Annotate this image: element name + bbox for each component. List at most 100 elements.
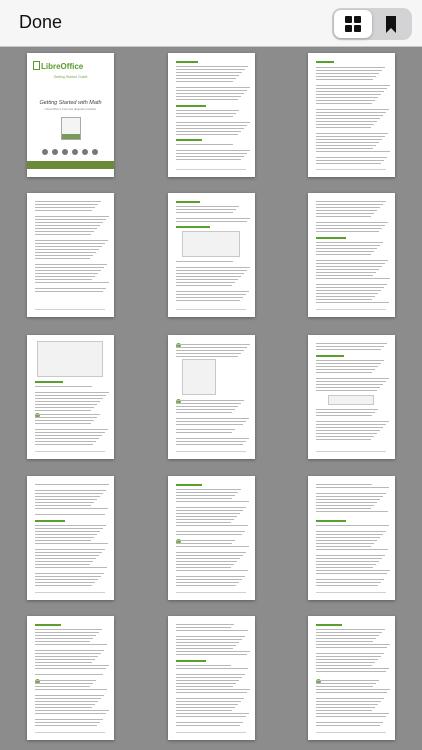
text-line [176, 710, 232, 711]
text-line [316, 142, 379, 143]
page-thumbnail-8[interactable] [168, 335, 255, 459]
text-line [316, 266, 382, 267]
text-line [176, 347, 247, 348]
text-line [35, 404, 97, 405]
text-line [316, 668, 389, 669]
text-line [176, 525, 248, 526]
text-line [316, 579, 384, 580]
text-line [316, 647, 387, 648]
formula-figure [328, 395, 374, 405]
text-line [35, 279, 92, 280]
text-line [35, 549, 105, 550]
text-line [176, 510, 243, 511]
text-line [316, 384, 383, 385]
text-line [316, 245, 380, 246]
text-line [316, 290, 381, 291]
page-footer [176, 592, 246, 593]
text-line [176, 540, 235, 541]
page-thumbnail-12[interactable] [308, 476, 395, 600]
text-line [316, 275, 373, 276]
text-line [35, 234, 91, 235]
text-line [316, 725, 380, 726]
text-line [35, 689, 107, 690]
page-thumbnail-3[interactable] [308, 53, 395, 177]
page-thumbnail-6[interactable] [308, 193, 395, 317]
text-line [35, 273, 98, 274]
text-line [316, 73, 379, 74]
text-line [316, 210, 377, 211]
page-thumbnail-5[interactable] [168, 193, 255, 317]
text-line [176, 403, 241, 404]
page-thumbnail-13[interactable] [27, 616, 114, 740]
text-line [316, 115, 383, 116]
done-button[interactable]: Done [19, 12, 62, 33]
text-line [316, 145, 376, 146]
text-line [176, 134, 238, 135]
text-line [316, 493, 386, 494]
text-line [35, 201, 101, 202]
text-line [316, 390, 377, 391]
cover-image-band [62, 134, 80, 139]
page-thumbnail-9[interactable] [308, 335, 395, 459]
text-line [316, 254, 371, 255]
grid-view-button[interactable] [334, 10, 372, 38]
libreoffice-logo-icon [33, 61, 40, 70]
text-line [316, 360, 384, 361]
text-line [316, 148, 373, 149]
text-line [35, 632, 99, 633]
section-heading [316, 237, 346, 239]
page-footer [35, 592, 105, 593]
page-thumbnail-11[interactable] [168, 476, 255, 600]
text-line [176, 418, 249, 419]
page-thumbnail-1[interactable]: LibreOffice Getting Started Guide Getting … [27, 53, 114, 177]
text-line [35, 573, 104, 574]
text-line [316, 369, 375, 370]
text-line [316, 496, 383, 497]
text-line [35, 246, 102, 247]
text-line [316, 427, 383, 428]
text-line [35, 683, 93, 684]
text-line [316, 100, 375, 101]
text-line [176, 81, 233, 82]
text-line [176, 668, 248, 669]
app-icon [52, 149, 58, 155]
page-thumbnail-2[interactable] [168, 53, 255, 177]
text-line [316, 704, 378, 705]
page-thumbnail-4[interactable] [27, 193, 114, 317]
section-heading [176, 139, 202, 141]
text-line [316, 698, 384, 699]
page-thumbnail-10[interactable] [27, 476, 114, 600]
section-heading [176, 484, 202, 486]
text-line [176, 543, 232, 544]
text-line [316, 372, 372, 373]
text-line [316, 505, 374, 506]
text-line [316, 543, 374, 544]
text-line [316, 127, 371, 128]
text-line [176, 353, 241, 354]
text-line [176, 69, 245, 70]
text-line [316, 299, 372, 300]
text-line [316, 537, 380, 538]
text-line [176, 356, 238, 357]
text-line [35, 386, 92, 387]
page-thumbnail-14[interactable] [168, 616, 255, 740]
cover-logo-text: LibreOffice [41, 62, 84, 71]
app-icon [62, 149, 68, 155]
text-line [176, 113, 236, 114]
text-line [316, 439, 371, 440]
text-line [176, 570, 248, 571]
text-line [316, 424, 386, 425]
text-line [176, 270, 247, 271]
page-thumbnail-15[interactable] [308, 616, 395, 740]
text-line [316, 716, 386, 717]
bookmarks-view-button[interactable] [372, 10, 410, 38]
text-line [176, 680, 239, 681]
page-thumbnail-7[interactable] [27, 335, 114, 459]
text-line [35, 540, 91, 541]
text-line [316, 201, 386, 202]
text-line [316, 412, 375, 413]
text-line [316, 378, 389, 379]
text-line [176, 501, 249, 502]
text-line [176, 285, 232, 286]
text-line [316, 659, 378, 660]
